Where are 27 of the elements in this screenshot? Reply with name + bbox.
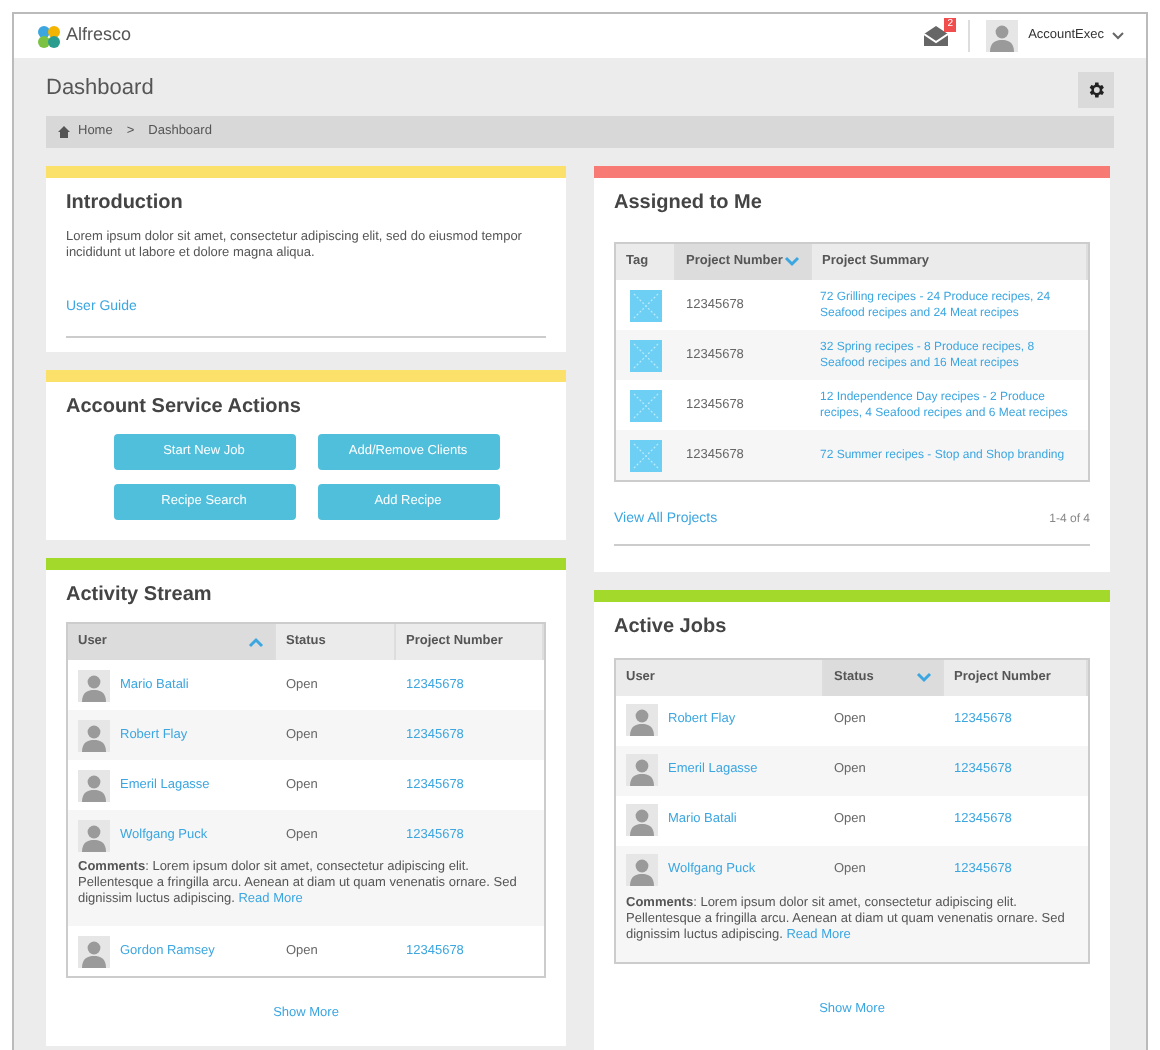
image-placeholder-icon: [630, 439, 662, 471]
avatar-icon: [986, 20, 1019, 52]
chevron-down-icon[interactable]: [1112, 32, 1124, 40]
card-title: Assigned to Me: [614, 190, 764, 218]
mail-icon[interactable]: [924, 26, 949, 46]
settings-icon: [1086, 79, 1106, 99]
card-title: Introduction: [66, 190, 185, 218]
avatar-icon: [78, 819, 110, 851]
avatar-icon: [78, 669, 110, 701]
card-title: Activity Stream: [66, 582, 214, 610]
home-icon: [58, 126, 70, 138]
image-placeholder-icon: [630, 289, 662, 321]
logo-text: Alfresco: [66, 22, 132, 49]
image-placeholder-icon: [630, 339, 662, 371]
avatar-icon: [626, 804, 658, 836]
card-title: Account Service Actions: [66, 394, 303, 422]
page-title: Dashboard: [46, 74, 154, 105]
avatar-icon: [626, 704, 658, 736]
card-title: Active Jobs: [614, 613, 729, 641]
settings-button[interactable]: [1078, 71, 1114, 107]
logo-icon: [36, 23, 62, 49]
avatar-icon: [78, 935, 110, 967]
avatar-icon: [78, 769, 110, 801]
avatar-icon: [78, 719, 110, 751]
avatar-icon: [626, 754, 658, 786]
image-placeholder-icon: [630, 389, 662, 421]
avatar-icon: [626, 854, 658, 886]
